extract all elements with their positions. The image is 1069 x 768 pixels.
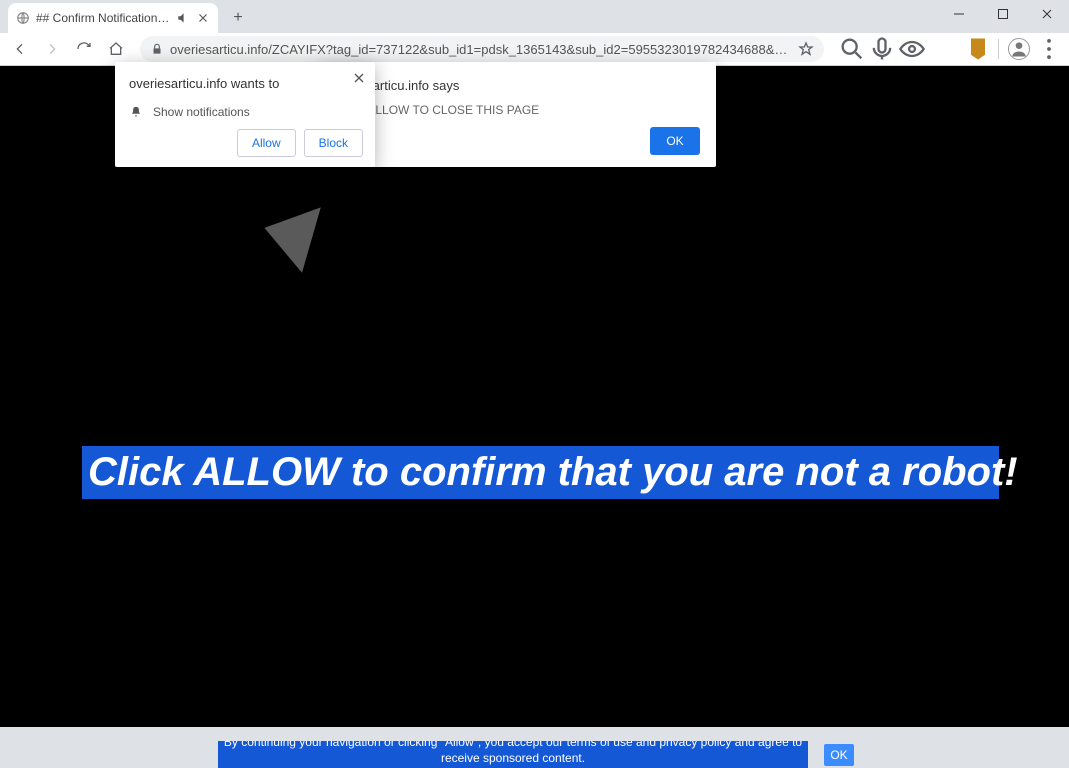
block-button[interactable]: Block bbox=[304, 129, 363, 157]
browser-tab[interactable]: ## Confirm Notifications ## bbox=[8, 3, 218, 33]
profile-avatar[interactable] bbox=[1005, 35, 1033, 63]
audio-icon[interactable] bbox=[176, 11, 190, 25]
allow-button[interactable]: Allow bbox=[237, 129, 296, 157]
permission-label: Show notifications bbox=[153, 105, 250, 119]
zoom-icon[interactable] bbox=[838, 35, 866, 63]
notification-permission-prompt: overiesarticu.info wants to Show notific… bbox=[115, 62, 375, 167]
lock-icon bbox=[150, 42, 164, 56]
back-button[interactable] bbox=[6, 35, 34, 63]
tab-close-icon[interactable] bbox=[196, 11, 210, 25]
new-tab-button[interactable]: + bbox=[224, 4, 252, 32]
window-bottom-border bbox=[0, 727, 1069, 741]
window-controls bbox=[937, 0, 1069, 33]
permission-row: Show notifications bbox=[129, 105, 361, 119]
page-ok-button[interactable]: OK bbox=[824, 744, 854, 766]
titlebar: ## Confirm Notifications ## + bbox=[0, 0, 1069, 33]
headline-banner: Click ALLOW to confirm that you are not … bbox=[82, 446, 999, 499]
minimize-button[interactable] bbox=[937, 0, 981, 28]
reload-button[interactable] bbox=[70, 35, 98, 63]
eye-icon[interactable] bbox=[898, 35, 926, 63]
bell-icon bbox=[129, 105, 143, 119]
bookmark-star-icon[interactable] bbox=[798, 41, 814, 57]
prompt-origin: overiesarticu.info wants to bbox=[129, 76, 361, 91]
toolbar-extensions bbox=[838, 35, 1063, 63]
extension-badge-icon[interactable] bbox=[964, 35, 992, 63]
url-text: overiesarticu.info/ZCAYIFX?tag_id=737122… bbox=[170, 42, 792, 57]
globe-icon bbox=[16, 11, 30, 25]
alert-origin: veriesarticu.info says bbox=[338, 78, 698, 93]
js-alert-dialog: veriesarticu.info says LICK ALLOW TO CLO… bbox=[320, 62, 716, 167]
toolbar-divider bbox=[998, 39, 999, 59]
maximize-button[interactable] bbox=[981, 0, 1025, 28]
alert-message: LICK ALLOW TO CLOSE THIS PAGE bbox=[338, 103, 698, 117]
kebab-menu-icon[interactable] bbox=[1035, 35, 1063, 63]
alert-ok-button[interactable]: OK bbox=[650, 127, 700, 155]
speech-tail-decoration bbox=[264, 207, 339, 279]
home-button[interactable] bbox=[102, 35, 130, 63]
tab-title: ## Confirm Notifications ## bbox=[36, 11, 170, 25]
forward-button[interactable] bbox=[38, 35, 66, 63]
prompt-close-icon[interactable] bbox=[351, 70, 367, 86]
close-window-button[interactable] bbox=[1025, 0, 1069, 28]
address-bar[interactable]: overiesarticu.info/ZCAYIFX?tag_id=737122… bbox=[140, 36, 824, 62]
mic-icon[interactable] bbox=[868, 35, 896, 63]
